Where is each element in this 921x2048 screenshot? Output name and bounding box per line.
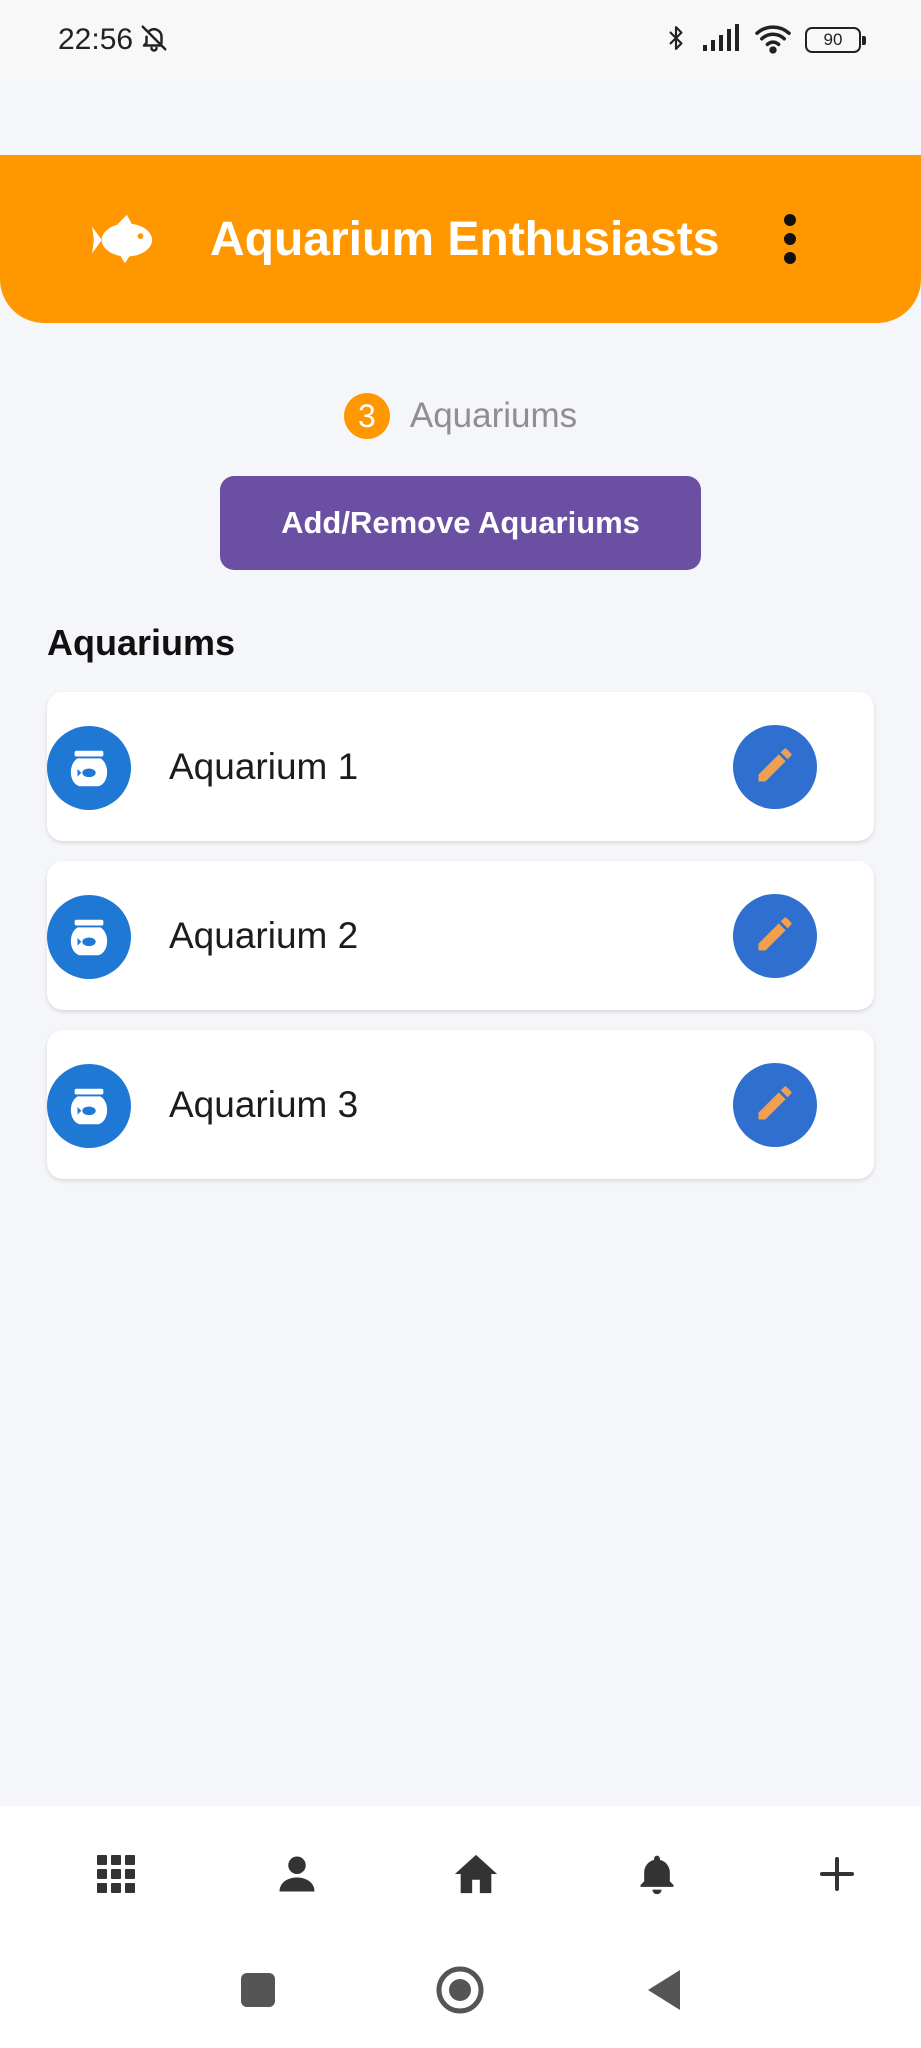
list-item[interactable]: Aquarium 1 [47, 692, 874, 841]
pencil-icon [753, 1081, 797, 1130]
edit-aquarium-button[interactable] [733, 725, 817, 809]
battery-icon: 90 [805, 27, 866, 53]
edit-aquarium-button[interactable] [733, 1063, 817, 1147]
plus-icon[interactable] [797, 1806, 877, 1942]
battery-level: 90 [823, 30, 843, 49]
recents-icon[interactable] [228, 1960, 288, 2020]
pencil-icon [753, 912, 797, 961]
system-nav [0, 1942, 921, 2048]
more-vertical-icon[interactable] [770, 205, 810, 273]
status-time: 22:56 [58, 23, 134, 56]
section-title: Aquariums [47, 622, 236, 663]
back-icon[interactable] [634, 1960, 694, 2020]
grid-icon[interactable] [76, 1806, 156, 1942]
count-label: Aquariums [409, 396, 578, 435]
count-badge: 3 [343, 393, 390, 439]
aquarium-name: Aquarium 3 [169, 1083, 359, 1125]
status-left: 22:56 [58, 23, 169, 58]
fishbowl-icon [47, 1064, 131, 1148]
add-remove-aquariums-button[interactable]: Add/Remove Aquariums [220, 476, 701, 570]
home-icon[interactable] [436, 1806, 516, 1942]
wifi-icon [753, 22, 793, 59]
status-right: 90 [663, 21, 866, 60]
app-title: Aquarium Enthusiasts [210, 212, 720, 266]
app-header: Aquarium Enthusiasts [0, 155, 921, 323]
home-circle-icon[interactable] [430, 1960, 490, 2020]
aquarium-list: Aquarium 1 Aquarium 2 Aquarium 3 [47, 692, 874, 1199]
list-item[interactable]: Aquarium 3 [47, 1030, 874, 1179]
pencil-icon [753, 743, 797, 792]
fishbowl-icon [47, 726, 131, 810]
bottom-nav [0, 1806, 921, 1942]
edit-aquarium-button[interactable] [733, 894, 817, 978]
list-item[interactable]: Aquarium 2 [47, 861, 874, 1010]
fishbowl-icon [47, 895, 131, 979]
aquarium-count-row: 3 Aquariums [0, 390, 921, 442]
bell-icon[interactable] [617, 1806, 697, 1942]
bell-off-icon [139, 23, 169, 58]
fish-icon [92, 209, 154, 271]
aquarium-name: Aquarium 2 [169, 914, 359, 956]
signal-icon [701, 23, 741, 58]
bluetooth-icon [663, 21, 689, 60]
status-bar: 22:56 90 [0, 0, 921, 80]
person-icon[interactable] [257, 1806, 337, 1942]
aquarium-name: Aquarium 1 [169, 745, 359, 787]
